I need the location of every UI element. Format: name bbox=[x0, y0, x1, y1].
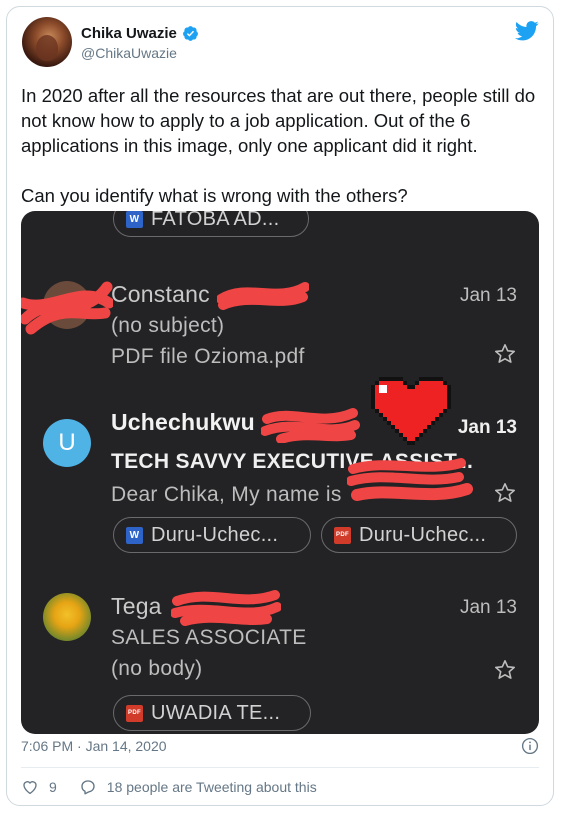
attachment-chip: W FATOBA AD... bbox=[113, 211, 309, 237]
email-date: Jan 13 bbox=[457, 417, 517, 438]
tweet-timestamp[interactable]: 7:06 PM · Jan 14, 2020 bbox=[21, 738, 167, 754]
comment-bubble-icon bbox=[81, 780, 95, 795]
author-display-name[interactable]: Chika Uwazie bbox=[81, 25, 177, 42]
email-subject: SALES ASSOCIATE bbox=[111, 626, 307, 649]
tweeting-about-link[interactable]: 18 people are Tweeting about this bbox=[79, 778, 317, 796]
pdf-icon: PDF bbox=[334, 526, 351, 544]
email-preview: PDF file Ozioma.pdf bbox=[111, 345, 305, 368]
redaction-scribble bbox=[21, 281, 113, 335]
email-date: Jan 13 bbox=[459, 597, 517, 618]
redaction-scribble bbox=[171, 590, 281, 626]
email-sender: Uchechukwu bbox=[111, 409, 255, 435]
attachment-name: Duru-Uchec... bbox=[151, 523, 279, 546]
like-count: 9 bbox=[49, 779, 57, 795]
email-date: Jan 13 bbox=[459, 285, 517, 306]
attachment-chip[interactable]: PDF UWADIA TE... bbox=[113, 695, 311, 731]
star-icon[interactable] bbox=[493, 342, 517, 366]
email-preview: (no body) bbox=[111, 657, 203, 680]
info-icon[interactable] bbox=[521, 737, 539, 755]
tweeting-about-text: 18 people are Tweeting about this bbox=[106, 779, 317, 795]
attachment-name: FATOBA AD... bbox=[151, 211, 280, 230]
star-icon[interactable] bbox=[493, 658, 517, 682]
tweet-paragraph: Can you identify what is wrong with the … bbox=[21, 185, 408, 206]
tweet-image[interactable]: W FATOBA AD... Constanc Jan 13 (no subje… bbox=[21, 211, 539, 734]
redaction-scribble bbox=[217, 282, 309, 310]
tweet-text: In 2020 after all the resources that are… bbox=[21, 83, 541, 208]
author-handle[interactable]: @ChikaUwazie bbox=[81, 45, 177, 61]
attachment-chip[interactable]: PDF Duru-Uchec... bbox=[321, 517, 517, 553]
verified-badge-icon bbox=[182, 26, 198, 41]
email-sender: Tega bbox=[111, 593, 162, 619]
redaction-scribble bbox=[261, 408, 360, 443]
email-sender: Constanc bbox=[111, 281, 210, 307]
attachment-chip[interactable]: W Duru-Uchec... bbox=[113, 517, 311, 553]
star-icon[interactable] bbox=[493, 481, 517, 505]
word-doc-icon: W bbox=[126, 211, 143, 228]
tweet-card: Chika Uwazie @ChikaUwazie In 2020 after … bbox=[6, 6, 554, 806]
email-preview: Dear Chika, My name is bbox=[111, 483, 342, 506]
pdf-icon: PDF bbox=[126, 704, 143, 722]
like-button[interactable]: 9 bbox=[21, 778, 57, 796]
redaction-scribble bbox=[351, 483, 473, 501]
author-name-row: Chika Uwazie bbox=[81, 25, 199, 42]
twitter-bird-icon bbox=[515, 21, 539, 41]
sender-avatar bbox=[43, 593, 91, 641]
heart-icon bbox=[23, 781, 37, 795]
attachment-name: UWADIA TE... bbox=[151, 701, 281, 724]
tweet-actions: 9 18 people are Tweeting about this bbox=[21, 778, 317, 796]
author-avatar[interactable] bbox=[22, 17, 72, 67]
tweet-paragraph: In 2020 after all the resources that are… bbox=[21, 85, 536, 156]
sender-avatar: U bbox=[43, 419, 91, 467]
attachment-name: Duru-Uchec... bbox=[359, 523, 487, 546]
pixel-heart-icon bbox=[371, 377, 451, 445]
divider bbox=[21, 767, 539, 768]
word-doc-icon: W bbox=[126, 526, 143, 544]
email-subject: (no subject) bbox=[111, 314, 225, 337]
